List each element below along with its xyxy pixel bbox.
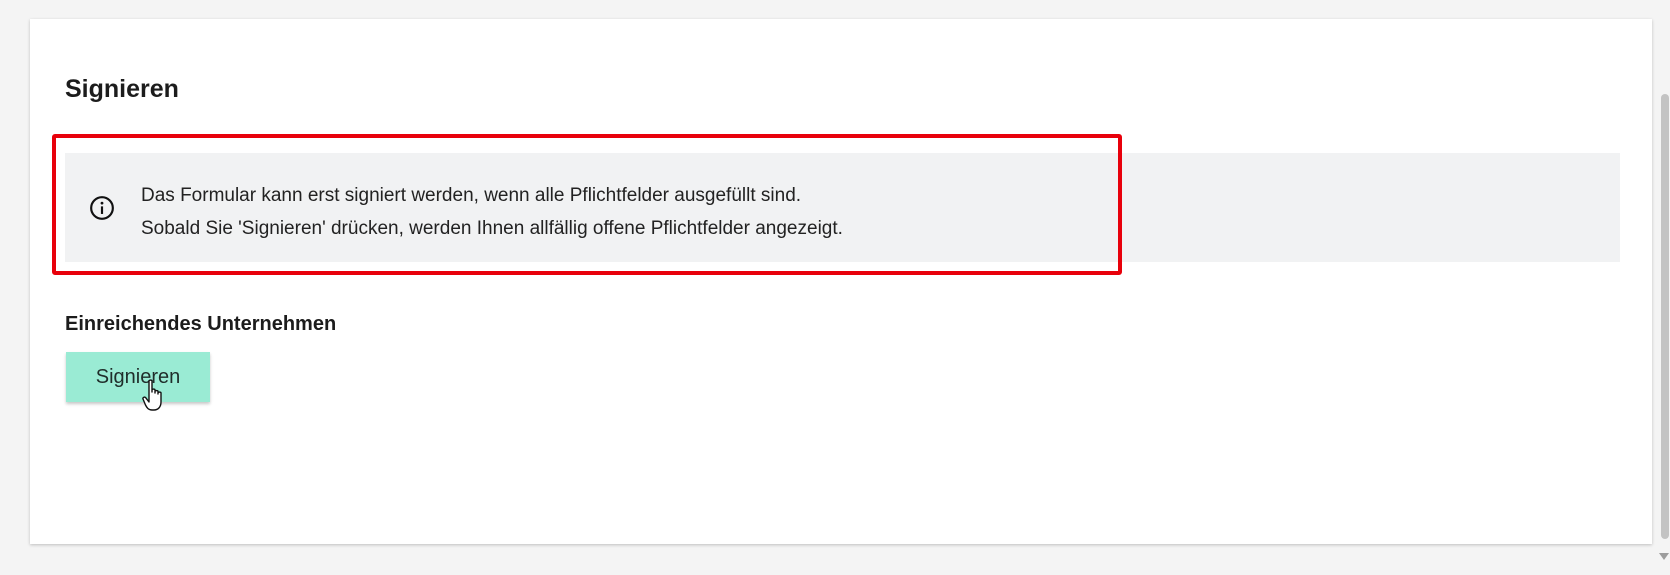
info-notice: Das Formular kann erst signiert werden, … <box>65 153 1620 262</box>
info-line-1: Das Formular kann erst signiert werden, … <box>141 185 802 206</box>
info-line-2: Sobald Sie 'Signieren' drücken, werden I… <box>141 218 843 239</box>
page: Signieren Das Formular kann erst signier… <box>0 0 1670 575</box>
signing-card: Signieren Das Formular kann erst signier… <box>30 19 1652 544</box>
scrollbar[interactable] <box>1656 0 1670 575</box>
info-circle-icon <box>90 196 114 220</box>
card-title: Signieren <box>65 75 179 103</box>
info-text: Das Formular kann erst signiert werden, … <box>141 179 843 245</box>
sign-button[interactable]: Signieren <box>66 352 210 402</box>
section-label: Einreichendes Unternehmen <box>65 313 337 335</box>
scroll-down-arrow-icon[interactable] <box>1659 553 1669 560</box>
scrollbar-thumb[interactable] <box>1661 94 1669 539</box>
